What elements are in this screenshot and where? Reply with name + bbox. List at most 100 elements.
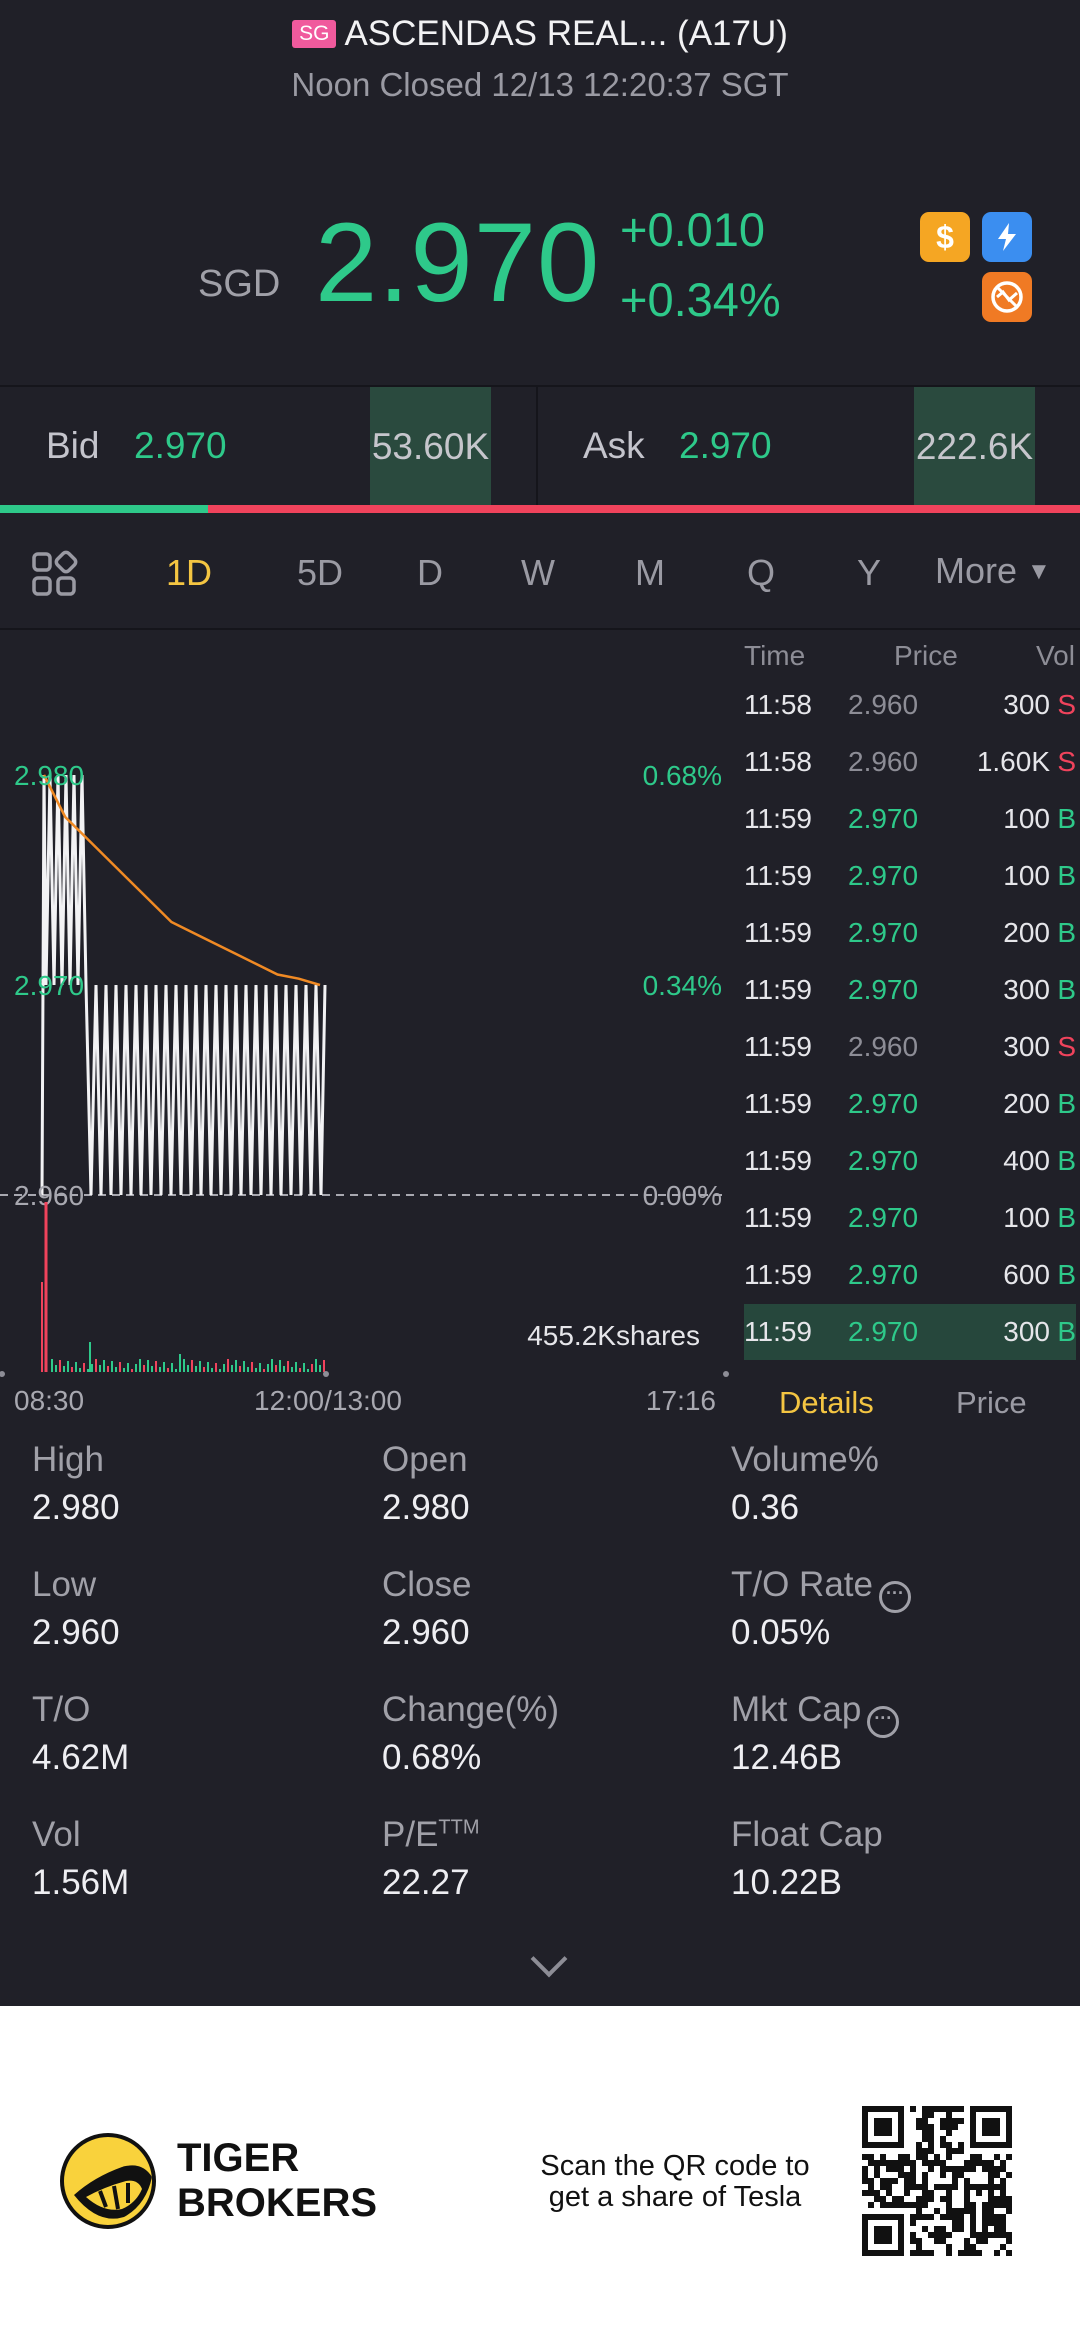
qr-module xyxy=(982,2238,988,2244)
qr-module xyxy=(904,2178,910,2184)
qr-module xyxy=(946,2190,952,2196)
expand-chevron-icon[interactable] xyxy=(530,1940,568,1978)
qr-module xyxy=(892,2166,898,2172)
trade-side: B xyxy=(1057,860,1076,891)
qr-module xyxy=(946,2250,952,2256)
tab-m[interactable]: M xyxy=(635,552,665,594)
qr-module xyxy=(910,2184,916,2190)
tab-more[interactable]: More ▼ xyxy=(935,550,1051,592)
trade-time: 11:59 xyxy=(744,1031,812,1062)
stat-label-open: Open xyxy=(382,1440,468,1479)
qr-finder xyxy=(874,2226,892,2244)
trade-side: S xyxy=(1057,746,1076,777)
price-change: +0.010 xyxy=(620,203,766,256)
qr-module xyxy=(928,2196,934,2202)
qr-module xyxy=(862,2190,868,2196)
qr-module xyxy=(946,2202,952,2208)
qr-module xyxy=(880,2178,886,2184)
trade-price: 2.970 xyxy=(848,803,919,834)
y-pct-tick-label: 0.34% xyxy=(643,970,722,1001)
qr-module xyxy=(874,2166,880,2172)
info-icon[interactable]: ··· xyxy=(867,1706,900,1738)
qr-module xyxy=(964,2208,970,2214)
stat-label-low: Low xyxy=(32,1565,97,1604)
qr-module xyxy=(958,2166,964,2172)
tab-1d[interactable]: 1D xyxy=(166,552,212,594)
qr-module xyxy=(952,2172,958,2178)
qr-module xyxy=(892,2160,898,2166)
stock-name: ASCENDAS REAL... (A17U) xyxy=(344,14,788,53)
ask-label: Ask xyxy=(583,425,645,466)
tab-d[interactable]: D xyxy=(417,552,443,594)
qr-module xyxy=(910,2214,916,2220)
tab-price[interactable]: Price xyxy=(956,1385,1027,1421)
qr-module xyxy=(976,2184,982,2190)
qr-module xyxy=(928,2148,934,2154)
tab-y[interactable]: Y xyxy=(857,552,881,594)
qr-module xyxy=(988,2190,994,2196)
qr-module xyxy=(952,2118,958,2124)
qr-module xyxy=(868,2154,874,2160)
qr-module xyxy=(952,2184,958,2190)
qr-module xyxy=(1006,2208,1012,2214)
qr-module xyxy=(970,2208,976,2214)
trade-side: B xyxy=(1057,917,1076,948)
qr-module xyxy=(916,2250,922,2256)
lightning-badge-icon[interactable] xyxy=(982,212,1032,262)
y-tick-label: 2.970 xyxy=(14,970,84,1001)
intraday-chart[interactable]: 2.980 2.970 2.960 0.68% 0.34% 0.00% 455.2Kshar… xyxy=(0,632,740,1412)
qr-module xyxy=(1006,2154,1012,2160)
qr-module xyxy=(868,2178,874,2184)
qr-module xyxy=(976,2250,982,2256)
tab-w[interactable]: W xyxy=(521,552,555,594)
qr-module xyxy=(874,2196,880,2202)
qr-module xyxy=(862,2178,868,2184)
grid-layout-icon[interactable] xyxy=(30,550,78,603)
trade-price: 2.970 xyxy=(848,860,919,891)
qr-module xyxy=(964,2238,970,2244)
stat-value-change: 0.68% xyxy=(382,1738,482,1777)
qr-module xyxy=(934,2154,940,2160)
qr-module xyxy=(868,2202,874,2208)
stat-value-t-o-rate: 0.05% xyxy=(731,1613,831,1652)
qr-module xyxy=(874,2160,880,2166)
qr-module xyxy=(946,2208,952,2214)
qr-module xyxy=(1000,2220,1006,2226)
qr-module xyxy=(922,2184,928,2190)
qr-module xyxy=(880,2154,886,2160)
tab-q[interactable]: Q xyxy=(747,552,775,594)
qr-module xyxy=(982,2232,988,2238)
tab-details[interactable]: Details xyxy=(779,1385,874,1421)
bid-ask-panel: Bid 2.970 53.60K Ask 2.970 222.6K xyxy=(0,385,1080,507)
qr-module xyxy=(970,2232,976,2238)
dollar-badge-icon[interactable]: $ xyxy=(920,212,970,262)
qr-module xyxy=(862,2154,868,2160)
trade-time: 11:59 xyxy=(744,1316,812,1347)
qr-module xyxy=(958,2106,964,2112)
qr-module xyxy=(922,2178,928,2184)
qr-module xyxy=(916,2118,922,2124)
info-icon[interactable]: ··· xyxy=(878,1581,911,1613)
tab-5d[interactable]: 5D xyxy=(297,552,343,594)
trade-volume: 1.60K xyxy=(976,746,1050,777)
qr-module xyxy=(946,2118,952,2124)
axis-dot xyxy=(723,1371,729,1377)
qr-module xyxy=(916,2184,922,2190)
market-status: Noon Closed 12/13 12:20:37 SGT xyxy=(291,66,789,103)
no-short-badge-icon[interactable] xyxy=(982,272,1032,322)
qr-module xyxy=(946,2106,952,2112)
promo-line-2: get a share of Tesla xyxy=(548,2181,802,2213)
qr-module xyxy=(928,2190,934,2196)
axis-dot xyxy=(323,1371,329,1377)
qr-module xyxy=(934,2208,940,2214)
period-tabs: 1D 5D D W M Q Y More ▼ xyxy=(0,530,1080,630)
qr-module xyxy=(910,2232,916,2238)
stat-value-high: 2.980 xyxy=(32,1488,120,1527)
trade-time: 11:59 xyxy=(744,917,812,948)
qr-module xyxy=(922,2118,928,2124)
qr-module xyxy=(904,2172,910,2178)
qr-module xyxy=(952,2178,958,2184)
qr-module xyxy=(874,2172,880,2178)
trade-volume: 300 xyxy=(1003,974,1050,1005)
trade-row: 11:59 2.970 100 B xyxy=(744,848,1076,904)
